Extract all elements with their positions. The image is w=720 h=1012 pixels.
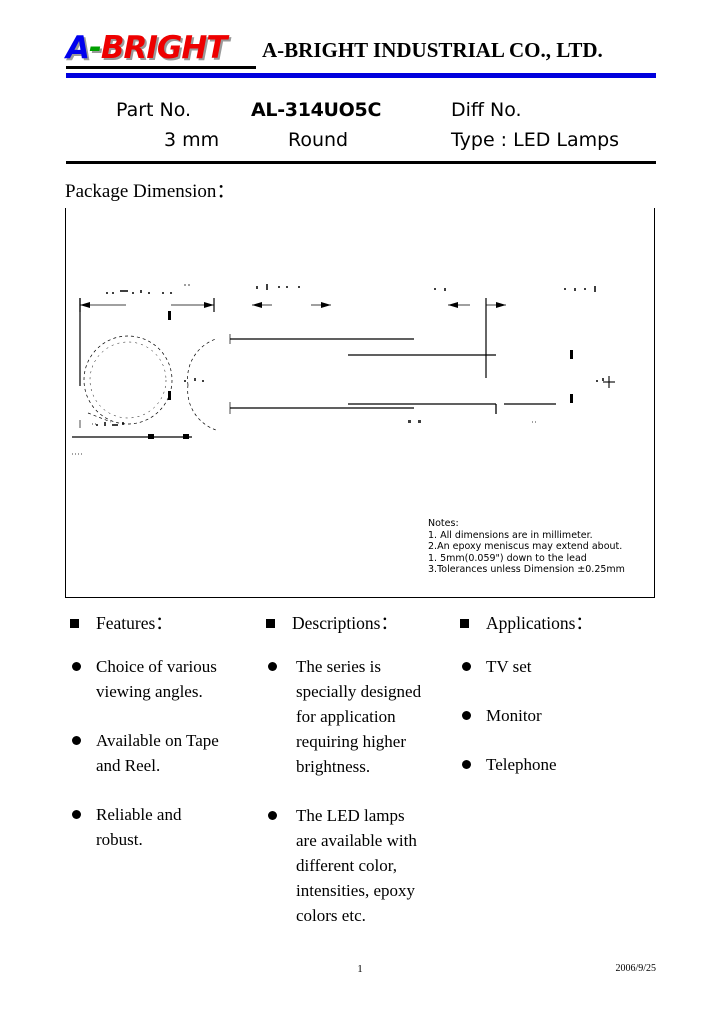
package-size-label: 3 mm	[164, 129, 220, 151]
list-item-label: The LED lamps are available with differe…	[296, 806, 417, 925]
round-bullet-icon	[268, 662, 277, 671]
note-line-1: 1. All dimensions are in millimeter.	[428, 529, 593, 541]
square-bullet-icon	[266, 619, 275, 628]
part-info-row-2: 3 mm Round Type : LED Lamps	[66, 126, 656, 156]
logo-dash: -	[89, 30, 102, 66]
product-type-label: Type : LED Lamps	[451, 129, 620, 151]
square-bullet-icon	[70, 619, 79, 628]
list-item: Telephone	[454, 752, 659, 777]
note-line-0: Notes:	[428, 518, 459, 529]
features-heading: Features：	[64, 612, 259, 634]
list-item: The series is specially designed for app…	[260, 654, 450, 779]
list-item: Reliable and robust.	[64, 802, 259, 852]
list-item: Choice of various viewing angles.	[64, 654, 259, 704]
list-item: The LED lamps are available with differe…	[260, 803, 450, 928]
round-bullet-icon	[462, 760, 471, 769]
list-item-label: Monitor	[486, 706, 542, 725]
round-bullet-icon	[462, 662, 471, 671]
list-item-label: Telephone	[486, 755, 557, 774]
list-item-label: TV set	[486, 657, 532, 676]
applications-list: TV set Monitor Telephone	[454, 654, 659, 777]
package-dimension-drawing: Notes: 1. All dimensions are in millimet…	[65, 208, 655, 598]
diff-no-label: Diff No.	[451, 99, 522, 121]
list-item-label: Available on Tape and Reel.	[96, 731, 219, 775]
package-dimension-heading: Package Dimension：	[65, 181, 236, 202]
package-shape-value: Round	[288, 129, 349, 151]
note-line-3: 1. 5mm(0.059") down to the lead	[428, 552, 587, 564]
drawing-notes: Notes: 1. All dimensions are in millimet…	[428, 518, 625, 576]
applications-heading: Applications：	[454, 612, 659, 634]
descriptions-heading-label: Descriptions：	[292, 613, 398, 633]
round-bullet-icon	[72, 736, 81, 745]
list-item: Available on Tape and Reel.	[64, 728, 259, 778]
square-bullet-icon	[460, 619, 469, 628]
part-no-value: AL-314UO5C	[251, 99, 382, 121]
descriptions-list: The series is specially designed for app…	[260, 654, 450, 928]
round-bullet-icon	[268, 811, 277, 820]
list-item: TV set	[454, 654, 659, 679]
a-bright-logo: A-BRIGHT	[66, 30, 228, 66]
list-item-label: Choice of various viewing angles.	[96, 657, 217, 701]
list-item-label: Reliable and robust.	[96, 805, 182, 849]
company-name: A-BRIGHT INDUSTRIAL CO., LTD.	[262, 38, 603, 62]
features-heading-label: Features：	[96, 613, 173, 633]
part-table-divider	[66, 161, 656, 164]
page-number: 1	[357, 963, 363, 975]
logo-underline	[66, 66, 256, 69]
logo-letter-a: A	[66, 30, 90, 66]
document-date: 2006/9/25	[615, 963, 656, 974]
header-accent-bar	[66, 73, 656, 78]
round-bullet-icon	[462, 711, 471, 720]
datasheet-page: A-BRIGHT A-BRIGHT INDUSTRIAL CO., LTD. P…	[0, 0, 720, 1012]
part-no-label: Part No.	[116, 99, 192, 121]
column-descriptions: Descriptions： The series is specially de…	[260, 612, 450, 952]
part-info-row-1: Part No. AL-314UO5C Diff No.	[66, 96, 656, 126]
round-bullet-icon	[72, 662, 81, 671]
applications-heading-label: Applications：	[486, 613, 593, 633]
part-info-table: Part No. AL-314UO5C Diff No. 3 mm Round …	[66, 96, 656, 160]
features-list: Choice of various viewing angles. Availa…	[64, 654, 259, 852]
list-item: Monitor	[454, 703, 659, 728]
column-applications: Applications： TV set Monitor Telephone	[454, 612, 659, 801]
descriptions-heading: Descriptions：	[260, 612, 450, 634]
list-item-label: The series is specially designed for app…	[296, 657, 422, 776]
column-features: Features： Choice of various viewing angl…	[64, 612, 259, 876]
note-line-2: 2.An epoxy meniscus may extend about.	[428, 541, 623, 553]
logo-word-bright: BRIGHT	[100, 30, 228, 66]
note-line-4: 3.Tolerances unless Dimension ±0.25mm	[428, 564, 625, 576]
round-bullet-icon	[72, 810, 81, 819]
